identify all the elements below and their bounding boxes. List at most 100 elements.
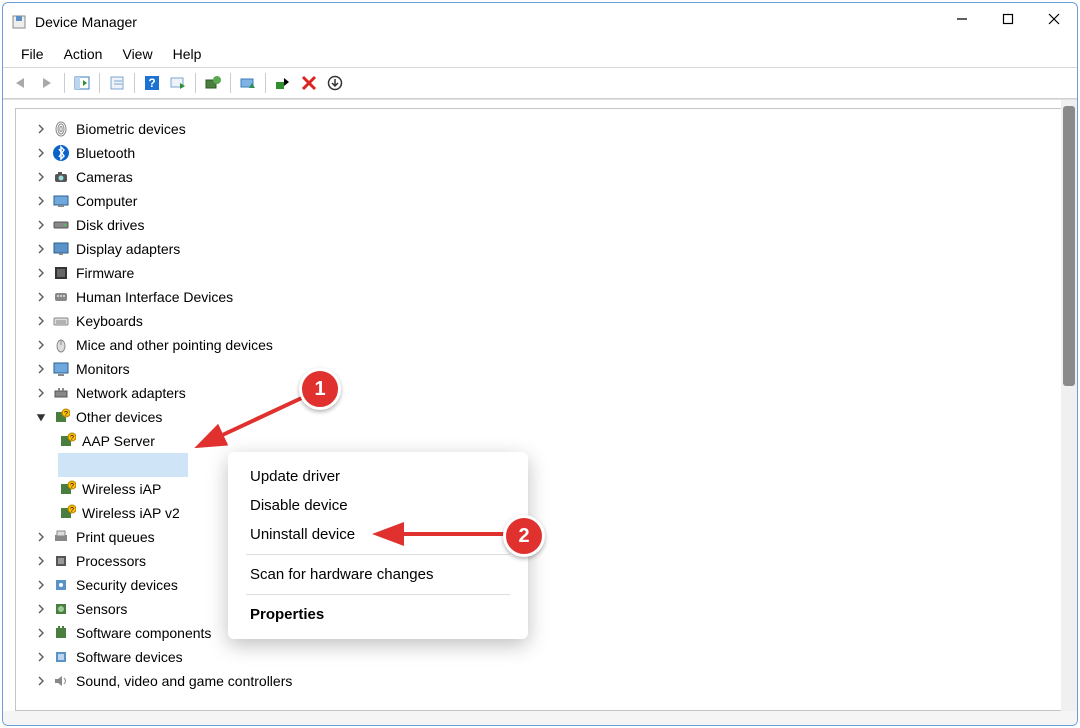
tree-node[interactable]: Sensors	[34, 597, 1042, 621]
update-driver-icon[interactable]	[201, 71, 225, 95]
chevron-right-icon[interactable]	[34, 530, 48, 544]
chevron-right-icon[interactable]	[34, 146, 48, 160]
device-category-icon	[52, 600, 70, 618]
toolbar-separator	[64, 73, 65, 93]
tree-node[interactable]: Cameras	[34, 165, 1042, 189]
device-category-icon	[52, 216, 70, 234]
menu-file[interactable]: File	[11, 44, 54, 64]
forward-icon[interactable]	[35, 71, 59, 95]
tree-node-label: Biometric devices	[76, 121, 186, 137]
chevron-down-icon[interactable]	[34, 410, 48, 424]
chevron-right-icon[interactable]	[34, 242, 48, 256]
disable-device-icon[interactable]	[236, 71, 260, 95]
show-hide-tree-icon[interactable]	[70, 71, 94, 95]
tree-node[interactable]: Disk drives	[34, 213, 1042, 237]
tree-node-label: Sensors	[76, 601, 127, 617]
menu-separator	[246, 554, 510, 555]
device-category-icon	[52, 624, 70, 642]
context-menu: Update driverDisable deviceUninstall dev…	[228, 452, 528, 639]
tree-node[interactable]: Computer	[34, 189, 1042, 213]
tree-node-label: Bluetooth	[76, 145, 135, 161]
context-menu-item[interactable]: Scan for hardware changes	[228, 560, 528, 589]
device-category-icon	[52, 552, 70, 570]
tree-node[interactable]: Display adapters	[34, 237, 1042, 261]
chevron-right-icon[interactable]	[34, 626, 48, 640]
context-menu-item[interactable]: Properties	[228, 600, 528, 629]
chevron-right-icon[interactable]	[34, 386, 48, 400]
enable-device-icon[interactable]	[271, 71, 295, 95]
window-title: Device Manager	[35, 14, 137, 30]
device-category-icon	[52, 120, 70, 138]
tree-node[interactable]: Security devices	[34, 573, 1042, 597]
chevron-right-icon[interactable]	[34, 122, 48, 136]
tree-node[interactable]: Network adapters	[34, 381, 1042, 405]
chevron-right-icon[interactable]	[34, 218, 48, 232]
tree-node[interactable]: Biometric devices	[34, 117, 1042, 141]
tree-node[interactable]: Human Interface Devices	[34, 285, 1042, 309]
tree-node-child[interactable]: ?Wireless iAP	[58, 477, 1042, 501]
device-category-icon	[52, 360, 70, 378]
device-category-icon	[52, 288, 70, 306]
chevron-right-icon[interactable]	[34, 338, 48, 352]
tree-node-label: Keyboards	[76, 313, 143, 329]
chevron-right-icon[interactable]	[34, 314, 48, 328]
chevron-right-icon[interactable]	[34, 170, 48, 184]
device-tree[interactable]: Biometric devices Bluetooth Cameras Compute…	[34, 117, 1042, 710]
uninstall-device-icon[interactable]	[297, 71, 321, 95]
tree-node[interactable]: Firmware	[34, 261, 1042, 285]
menu-help[interactable]: Help	[163, 44, 212, 64]
tree-node-child[interactable]: ?Wireless iAP v2	[58, 501, 1042, 525]
scrollbar[interactable]	[1061, 100, 1077, 711]
titlebar: Device Manager	[3, 3, 1077, 41]
minimize-button[interactable]	[939, 3, 985, 35]
tree-node[interactable]: Software devices	[34, 645, 1042, 669]
close-button[interactable]	[1031, 3, 1077, 35]
help-icon[interactable]: ?	[140, 71, 164, 95]
menu-view[interactable]: View	[112, 44, 162, 64]
chevron-right-icon[interactable]	[34, 602, 48, 616]
tree-node[interactable]: Sound, video and game controllers	[34, 669, 1042, 693]
back-icon[interactable]	[9, 71, 33, 95]
svg-text:?: ?	[70, 435, 74, 442]
chevron-right-icon[interactable]	[34, 554, 48, 568]
tree-node-label: Sound, video and game controllers	[76, 673, 292, 689]
tree-node[interactable]: Mice and other pointing devices	[34, 333, 1042, 357]
tree-node[interactable]: ?Other devices	[34, 405, 1042, 429]
context-menu-item[interactable]: Disable device	[228, 491, 528, 520]
properties-icon[interactable]	[105, 71, 129, 95]
tree-node[interactable]: Monitors	[34, 357, 1042, 381]
window: Device Manager File Action View Help ?	[2, 2, 1078, 726]
tree-node[interactable]: Processors	[34, 549, 1042, 573]
chevron-right-icon[interactable]	[34, 290, 48, 304]
scroll-thumb[interactable]	[1063, 106, 1075, 386]
context-menu-item[interactable]: Update driver	[228, 462, 528, 491]
device-category-icon	[52, 384, 70, 402]
tree-node[interactable]: Bluetooth	[34, 141, 1042, 165]
tree-node[interactable]: Keyboards	[34, 309, 1042, 333]
scan-hardware-icon[interactable]	[166, 71, 190, 95]
add-legacy-icon[interactable]	[323, 71, 347, 95]
tree-node-label: Cameras	[76, 169, 133, 185]
menu-action[interactable]: Action	[54, 44, 113, 64]
tree-node-label: Human Interface Devices	[76, 289, 233, 305]
maximize-button[interactable]	[985, 3, 1031, 35]
chevron-right-icon[interactable]	[34, 650, 48, 664]
toolbar-separator	[230, 73, 231, 93]
chevron-right-icon[interactable]	[34, 674, 48, 688]
chevron-right-icon[interactable]	[34, 578, 48, 592]
tree-node-child[interactable]	[58, 453, 188, 477]
app-icon	[11, 14, 27, 30]
chevron-right-icon[interactable]	[34, 266, 48, 280]
device-category-icon	[52, 264, 70, 282]
tree-node-label: Print queues	[76, 529, 155, 545]
statusbar	[3, 711, 1077, 725]
tree-node-label: Network adapters	[76, 385, 186, 401]
chevron-right-icon[interactable]	[34, 362, 48, 376]
toolbar-separator	[134, 73, 135, 93]
device-category-icon	[52, 648, 70, 666]
annotation-badge-2: 2	[503, 515, 545, 557]
chevron-right-icon[interactable]	[34, 194, 48, 208]
tree-node[interactable]: Software components	[34, 621, 1042, 645]
tree-node-label: Display adapters	[76, 241, 180, 257]
tree-node-label: Computer	[76, 193, 137, 209]
